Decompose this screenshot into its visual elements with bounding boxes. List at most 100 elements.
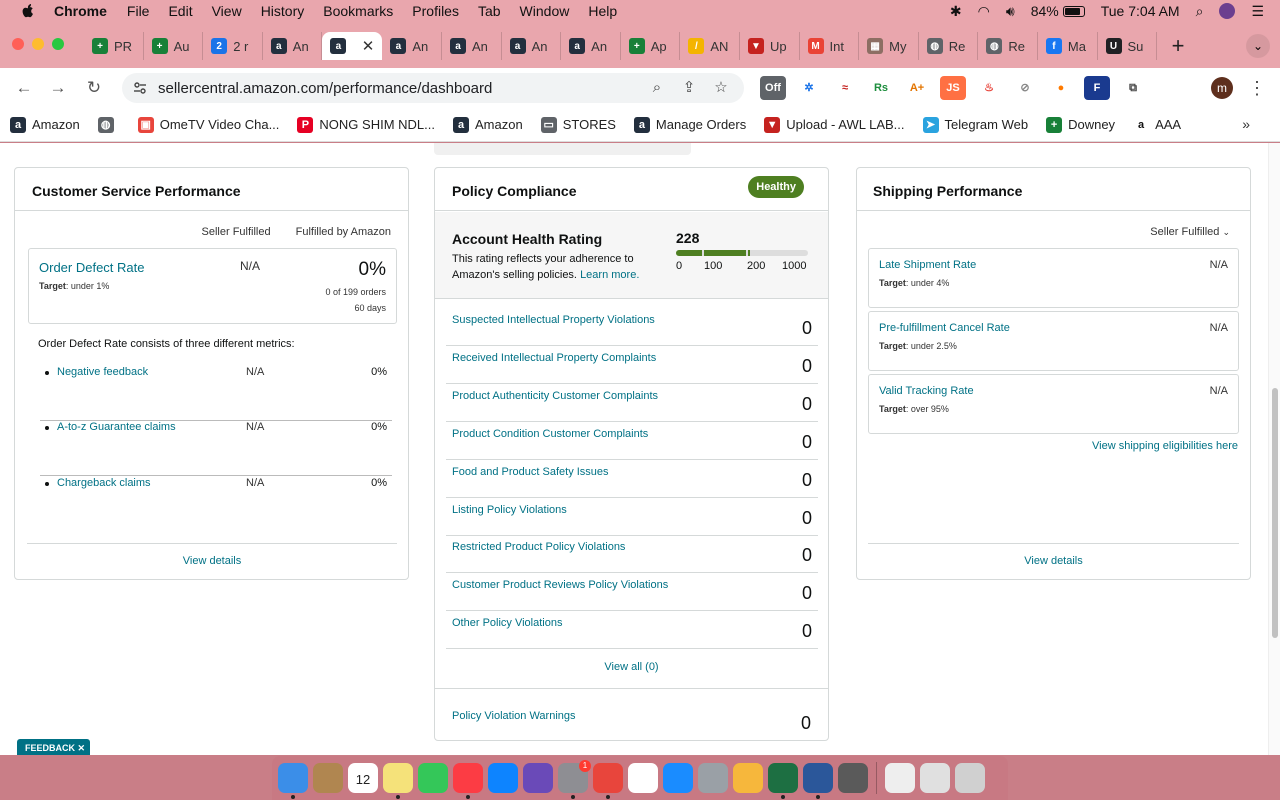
bookmark-item[interactable]: ▭ STORES [540, 116, 616, 133]
new-tab-button[interactable]: + [1166, 35, 1190, 59]
violation-link[interactable]: Restricted Product Policy Violations [452, 541, 625, 553]
bookmark-item[interactable]: P NONG SHIM NDL... [297, 116, 435, 133]
tab-active[interactable]: a ✕ [322, 32, 383, 60]
extension-icon[interactable]: Off [760, 76, 786, 100]
wifi-icon[interactable]: ◠ [978, 3, 990, 20]
calculator-icon[interactable] [838, 763, 868, 793]
bookmark-item[interactable]: ◍ [97, 116, 120, 133]
notes-icon[interactable] [383, 763, 413, 799]
pre-fulfillment-cancel-rate-link[interactable]: Pre-fulfillment Cancel Rate [879, 322, 1010, 334]
menu-help[interactable]: Help [588, 3, 617, 19]
menu-window[interactable]: Window [520, 3, 570, 19]
documents-icon[interactable] [885, 763, 915, 793]
safari-icon[interactable] [663, 763, 693, 793]
tab[interactable]: ◍ Re [919, 32, 979, 60]
close-icon[interactable]: ✕ [78, 743, 86, 753]
extension-icon[interactable]: ≈ [832, 76, 858, 100]
page-scrollbar[interactable] [1268, 143, 1280, 755]
more-menu-icon[interactable]: ⋮ [1248, 78, 1266, 98]
menu-file[interactable]: File [127, 3, 150, 19]
app-store-icon[interactable] [488, 763, 518, 793]
tab[interactable]: a An [442, 32, 502, 60]
bookmark-item[interactable]: + Downey [1046, 116, 1115, 133]
reminders-icon[interactable] [628, 763, 658, 793]
url-text[interactable]: sellercentral.amazon.com/performance/das… [158, 80, 492, 97]
violation-link[interactable]: Received Intellectual Property Complaint… [452, 352, 656, 364]
tab[interactable]: M Int [800, 32, 860, 60]
tab[interactable]: ▼ Up [740, 32, 800, 60]
menu-history[interactable]: History [261, 3, 305, 19]
share-icon[interactable]: ⇪ [680, 79, 698, 97]
menu-profiles[interactable]: Profiles [412, 3, 459, 19]
siri-icon[interactable] [523, 763, 553, 793]
violation-link[interactable]: Food and Product Safety Issues [452, 466, 609, 478]
apple-icon[interactable] [20, 3, 36, 19]
extension-icon[interactable]: A+ [904, 76, 930, 100]
tab[interactable]: a An [263, 32, 323, 60]
music-icon[interactable] [453, 763, 483, 799]
excel-icon[interactable] [768, 763, 798, 799]
menu-view[interactable]: View [212, 3, 242, 19]
site-info-tune-icon[interactable] [132, 80, 148, 96]
word-icon[interactable] [803, 763, 833, 799]
finder-icon[interactable] [278, 763, 308, 799]
extension-icon[interactable]: F [1084, 76, 1110, 100]
user-avatar-icon[interactable] [1219, 3, 1236, 19]
tab[interactable]: + PR [84, 32, 144, 60]
menu-app-name[interactable]: Chrome [54, 3, 107, 19]
notes-app-icon[interactable] [313, 763, 343, 793]
extension-icon[interactable]: ● [1048, 76, 1074, 100]
trash-icon[interactable] [955, 763, 985, 793]
facetime-icon[interactable] [418, 763, 448, 793]
spotlight-search-icon[interactable]: ⌕ [1196, 3, 1204, 20]
order-defect-rate-link[interactable]: Order Defect Rate [39, 260, 145, 275]
close-window-button[interactable] [12, 38, 24, 50]
tab[interactable]: 2 2 r [203, 32, 263, 60]
forward-arrow-icon[interactable]: → [48, 78, 68, 98]
bookmark-star-icon[interactable]: ☆ [712, 79, 730, 97]
violation-link[interactable]: Customer Product Reviews Policy Violatio… [452, 579, 668, 591]
profile-avatar[interactable]: m [1211, 77, 1233, 99]
violation-link[interactable]: Suspected Intellectual Property Violatio… [452, 314, 655, 326]
menu-tab[interactable]: Tab [478, 3, 501, 19]
violation-link[interactable]: Other Policy Violations [452, 617, 562, 629]
negative-feedback-link[interactable]: Negative feedback [57, 366, 148, 378]
tab[interactable]: a An [382, 32, 442, 60]
bookmarks-overflow-chevron-icon[interactable]: » [1242, 116, 1250, 132]
late-shipment-rate-link[interactable]: Late Shipment Rate [879, 259, 976, 271]
learn-more-link[interactable]: Learn more. [580, 269, 639, 281]
calendar-icon[interactable]: 12 [348, 763, 378, 793]
scrollbar-thumb[interactable] [1272, 388, 1278, 638]
fulfillment-dropdown[interactable]: Seller Fulfilled ⌄ [1150, 226, 1230, 238]
control-center-icon[interactable]: ☰ [1251, 3, 1264, 20]
reload-icon[interactable]: ↻ [84, 78, 104, 98]
back-arrow-icon[interactable]: ← [14, 78, 34, 98]
extension-icon[interactable]: ⧉ [1120, 76, 1146, 100]
chrome-icon[interactable] [593, 763, 623, 799]
violation-link[interactable]: Product Authenticity Customer Complaints [452, 390, 658, 402]
a-to-z-claims-link[interactable]: A-to-z Guarantee claims [57, 421, 176, 433]
tab[interactable]: f Ma [1038, 32, 1098, 60]
bookmark-item[interactable]: ➤ Telegram Web [922, 116, 1028, 133]
bookmark-item[interactable]: a AAA [1133, 116, 1181, 133]
downloads-icon[interactable] [920, 763, 950, 793]
bluetooth-icon[interactable]: ✱ [950, 3, 962, 20]
extension-icon[interactable]: JS [940, 76, 966, 100]
tab-search-chevron-down-icon[interactable]: ⌄ [1246, 34, 1270, 58]
extension-icon[interactable]: ⊘ [1012, 76, 1038, 100]
bookmark-item[interactable]: a Manage Orders [633, 116, 746, 133]
violation-link[interactable]: Listing Policy Violations [452, 504, 567, 516]
bookmark-item[interactable]: ▣ OmeTV Video Cha... [137, 116, 279, 133]
view-shipping-eligibilities-link[interactable]: View shipping eligibilities here [1092, 440, 1238, 452]
system-settings-icon[interactable]: 1 [558, 760, 591, 799]
launchpad-icon[interactable] [698, 763, 728, 793]
tab[interactable]: ▦ My [859, 32, 919, 60]
shipping-view-details-link[interactable]: View details [1024, 555, 1083, 567]
view-all-violations-link[interactable]: View all (0) [604, 661, 658, 673]
bookmark-item[interactable]: a Amazon [10, 116, 80, 133]
photos-icon[interactable] [733, 763, 763, 793]
bookmark-item[interactable]: ▼ Upload - AWL LAB... [764, 116, 905, 133]
zoom-window-button[interactable] [52, 38, 64, 50]
zoom-search-icon[interactable]: ⌕ [648, 79, 666, 97]
valid-tracking-rate-link[interactable]: Valid Tracking Rate [879, 385, 974, 397]
